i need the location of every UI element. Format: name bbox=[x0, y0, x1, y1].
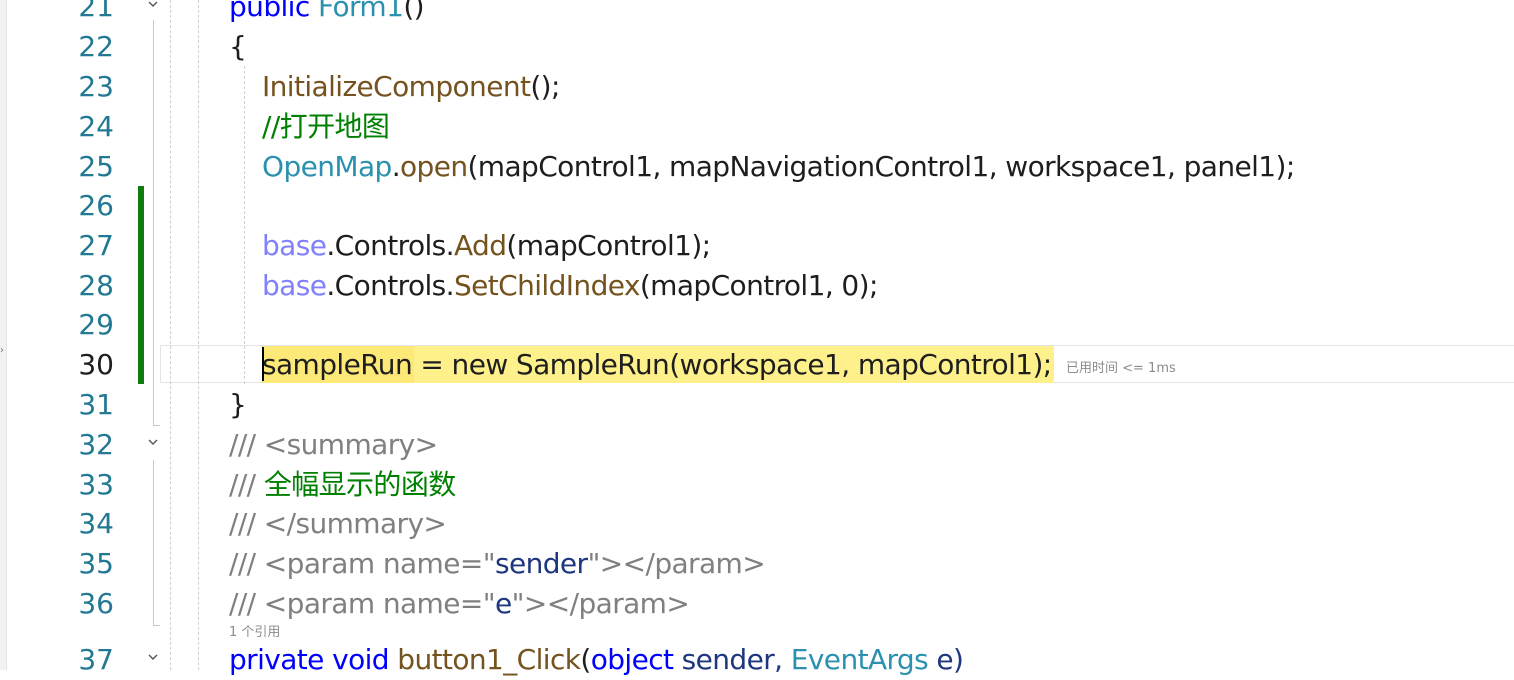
line-number: 35 bbox=[78, 547, 114, 580]
code-token: /// bbox=[229, 468, 264, 501]
code-token: /// </summary> bbox=[229, 507, 447, 540]
code-line[interactable]: 35 /// <param name="sender"></param> bbox=[0, 544, 1514, 584]
code-token: (); bbox=[530, 70, 560, 103]
code-token: /// <param name=" bbox=[229, 547, 496, 580]
code-token: e bbox=[495, 587, 512, 620]
code-text[interactable]: InitializeComponent(); bbox=[262, 67, 560, 107]
code-token: sender bbox=[495, 547, 588, 580]
line-number: 24 bbox=[78, 110, 114, 143]
code-token: (mapControl1); bbox=[506, 229, 711, 262]
code-token: SetChildIndex bbox=[453, 269, 640, 302]
code-token: "></param> bbox=[587, 547, 766, 580]
code-line[interactable]: 23 InitializeComponent(); bbox=[0, 67, 1514, 107]
code-text[interactable]: sampleRun = new SampleRun(workspace1, ma… bbox=[262, 345, 1052, 385]
code-text[interactable]: private void button1_Click(object sender… bbox=[229, 640, 964, 680]
code-line[interactable]: 31} bbox=[0, 385, 1514, 425]
code-text[interactable]: { bbox=[229, 27, 247, 67]
code-token: OpenMap bbox=[262, 150, 392, 183]
code-token: /// <param name=" bbox=[229, 587, 496, 620]
code-line[interactable]: 33 /// 全幅显示的函数 bbox=[0, 465, 1514, 505]
text-caret bbox=[262, 347, 264, 381]
code-line[interactable]: 32 /// <summary> bbox=[0, 425, 1514, 465]
code-token: .Controls. bbox=[326, 269, 454, 302]
line-number: 31 bbox=[78, 388, 114, 421]
line-number: 36 bbox=[78, 587, 114, 620]
code-token: private bbox=[229, 643, 333, 676]
fold-chevron-icon[interactable] bbox=[146, 0, 160, 11]
code-token: (mapControl1, 0); bbox=[639, 269, 879, 302]
code-text[interactable]: //打开地图 bbox=[262, 107, 390, 147]
line-number: 34 bbox=[78, 507, 114, 540]
code-token: InitializeComponent bbox=[262, 70, 531, 103]
line-number: 32 bbox=[78, 428, 114, 461]
code-token: //打开地图 bbox=[262, 110, 390, 143]
code-token: } bbox=[229, 388, 247, 421]
code-text[interactable]: base.Controls.SetChildIndex(mapControl1,… bbox=[262, 266, 878, 306]
fold-guide-end bbox=[153, 625, 160, 626]
code-token: "></param> bbox=[511, 587, 690, 620]
code-token: e) bbox=[936, 643, 964, 676]
code-line[interactable]: 36 /// <param name="e"></param> bbox=[0, 584, 1514, 624]
code-line[interactable]: 24 //打开地图 bbox=[0, 107, 1514, 147]
line-number: 28 bbox=[78, 269, 114, 302]
code-line[interactable]: 28 base.Controls.SetChildIndex(mapControl… bbox=[0, 266, 1514, 306]
code-text[interactable]: } bbox=[229, 385, 247, 425]
code-text[interactable]: /// <param name="sender"></param> bbox=[229, 544, 766, 584]
code-line[interactable]: 27 base.Controls.Add(mapControl1); bbox=[0, 226, 1514, 266]
code-text[interactable]: /// 全幅显示的函数 bbox=[229, 465, 456, 505]
line-number: 29 bbox=[78, 308, 114, 341]
code-token: base bbox=[262, 269, 327, 302]
line-number: 37 bbox=[78, 643, 114, 676]
code-token: Add bbox=[453, 229, 507, 262]
codelens-references[interactable]: 1 个引用 bbox=[229, 621, 280, 640]
line-number: 22 bbox=[78, 30, 114, 63]
code-token: void bbox=[332, 643, 398, 676]
code-token: EventArgs bbox=[790, 643, 937, 676]
code-text[interactable]: OpenMap.open(mapControl1, mapNavigationC… bbox=[262, 147, 1295, 187]
fold-chevron-icon[interactable] bbox=[146, 652, 160, 664]
code-text[interactable]: /// </summary> bbox=[229, 504, 447, 544]
code-token: sampleRun = new SampleRun(workspace1, ma… bbox=[262, 348, 1052, 381]
line-number: 30 bbox=[78, 348, 114, 381]
code-text[interactable]: base.Controls.Add(mapControl1); bbox=[262, 226, 711, 266]
line-number: 23 bbox=[78, 70, 114, 103]
line-number: 27 bbox=[78, 229, 114, 262]
line-number: 25 bbox=[78, 150, 114, 183]
code-token: ( bbox=[580, 643, 591, 676]
line-number: 33 bbox=[78, 468, 114, 501]
code-token: base bbox=[262, 229, 327, 262]
code-token: Form1 bbox=[317, 0, 404, 23]
code-token: /// <summary> bbox=[229, 428, 438, 461]
code-token: public bbox=[229, 0, 318, 23]
perf-tip[interactable]: 已用时间 <= 1ms bbox=[1066, 357, 1176, 376]
code-line[interactable]: 30 sampleRun = new SampleRun(workspace1, … bbox=[0, 345, 1514, 385]
code-token: (mapControl1, mapNavigationControl1, wor… bbox=[467, 150, 1295, 183]
code-line[interactable]: 21 public Form1() bbox=[0, 0, 1514, 27]
code-token: { bbox=[229, 30, 247, 63]
code-token: . bbox=[391, 150, 401, 183]
line-number: 26 bbox=[78, 189, 114, 222]
code-token: button1_Click bbox=[397, 643, 581, 676]
code-line[interactable]: 22 { bbox=[0, 27, 1514, 67]
code-line[interactable]: 34 /// </summary> bbox=[0, 504, 1514, 544]
code-token: open bbox=[400, 150, 468, 183]
code-text[interactable]: /// <param name="e"></param> bbox=[229, 584, 690, 624]
code-line[interactable]: 37 private void button1_Click(object send… bbox=[0, 640, 1514, 680]
code-line[interactable]: 26 bbox=[0, 186, 1514, 226]
code-token: sender, bbox=[681, 643, 791, 676]
fold-chevron-icon[interactable] bbox=[146, 437, 160, 449]
code-token: 全幅显示的函数 bbox=[263, 468, 456, 501]
code-line[interactable]: 29 bbox=[0, 305, 1514, 345]
code-text[interactable]: /// <summary> bbox=[229, 425, 438, 465]
line-number: 21 bbox=[78, 0, 114, 23]
code-token: .Controls. bbox=[326, 229, 454, 262]
code-token: object bbox=[590, 643, 682, 676]
code-line[interactable]: 25 OpenMap.open(mapControl1, mapNavigatio… bbox=[0, 147, 1514, 187]
code-text[interactable]: public Form1() bbox=[229, 0, 425, 27]
code-token: () bbox=[403, 0, 424, 23]
